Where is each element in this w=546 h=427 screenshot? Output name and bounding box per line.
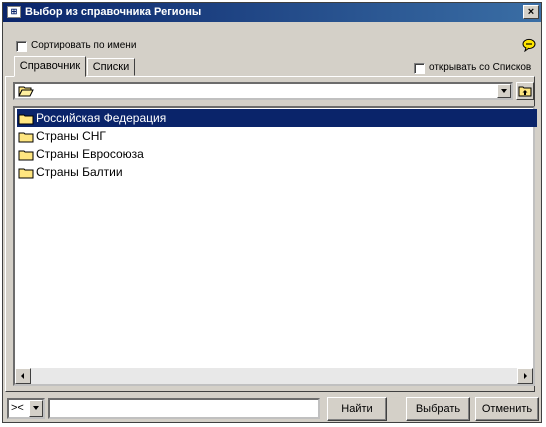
folder-icon <box>18 114 34 125</box>
speech-bubble-icon[interactable] <box>522 38 536 52</box>
operator-select-value: >< <box>11 402 24 414</box>
title-bar[interactable]: ⊞ Выбор из справочника Регионы × <box>3 3 541 22</box>
scroll-right-button[interactable] <box>517 368 533 384</box>
list-item-label: Страны СНГ <box>36 129 106 143</box>
arrow-right-icon <box>524 373 527 379</box>
list-item[interactable]: Российская Федерация <box>17 109 537 127</box>
app-icon: ⊞ <box>7 6 21 18</box>
tab-lists-label: Списки <box>92 61 130 73</box>
folder-up-icon <box>518 86 532 97</box>
folder-icon <box>18 168 34 179</box>
list-item[interactable]: Страны Балтии <box>17 163 129 181</box>
chevron-down-icon[interactable] <box>497 84 511 98</box>
arrow-left-icon <box>21 373 24 379</box>
operator-select[interactable]: >< <box>7 398 45 419</box>
list-item-label: Страны Балтии <box>36 165 123 179</box>
tree-list[interactable]: Российская Федерация Страны СНГ Страны Е… <box>13 106 537 386</box>
sort-by-name-checkbox[interactable] <box>16 41 27 52</box>
folder-up-button[interactable] <box>516 82 534 100</box>
list-item[interactable]: Страны Евросоюза <box>17 145 150 163</box>
chevron-down-icon[interactable] <box>29 400 43 417</box>
sort-by-name-label: Сортировать по имени <box>31 40 137 51</box>
horizontal-scrollbar[interactable] <box>15 368 533 384</box>
list-item-label: Российская Федерация <box>36 111 167 125</box>
open-with-lists-checkbox[interactable] <box>414 63 425 74</box>
find-button[interactable]: Найти <box>327 397 387 421</box>
folder-icon <box>18 132 34 143</box>
tab-directory-label: Справочник <box>19 60 81 72</box>
list-item-label: Страны Евросоюза <box>36 147 144 161</box>
scroll-left-button[interactable] <box>15 368 31 384</box>
window-title: Выбор из справочника Регионы <box>25 6 202 18</box>
folder-icon <box>18 150 34 161</box>
tab-directory[interactable]: Справочник <box>14 56 86 77</box>
open-with-lists-label: открывать со Списков <box>429 62 532 73</box>
search-input[interactable] <box>48 398 320 419</box>
close-icon[interactable]: × <box>523 5 539 19</box>
cancel-button[interactable]: Отменить <box>475 397 539 421</box>
path-combobox[interactable] <box>13 82 513 100</box>
tab-lists[interactable]: Списки <box>87 58 135 76</box>
list-item[interactable]: Страны СНГ <box>17 127 112 145</box>
select-button[interactable]: Выбрать <box>406 397 470 421</box>
open-folder-icon <box>18 86 34 97</box>
